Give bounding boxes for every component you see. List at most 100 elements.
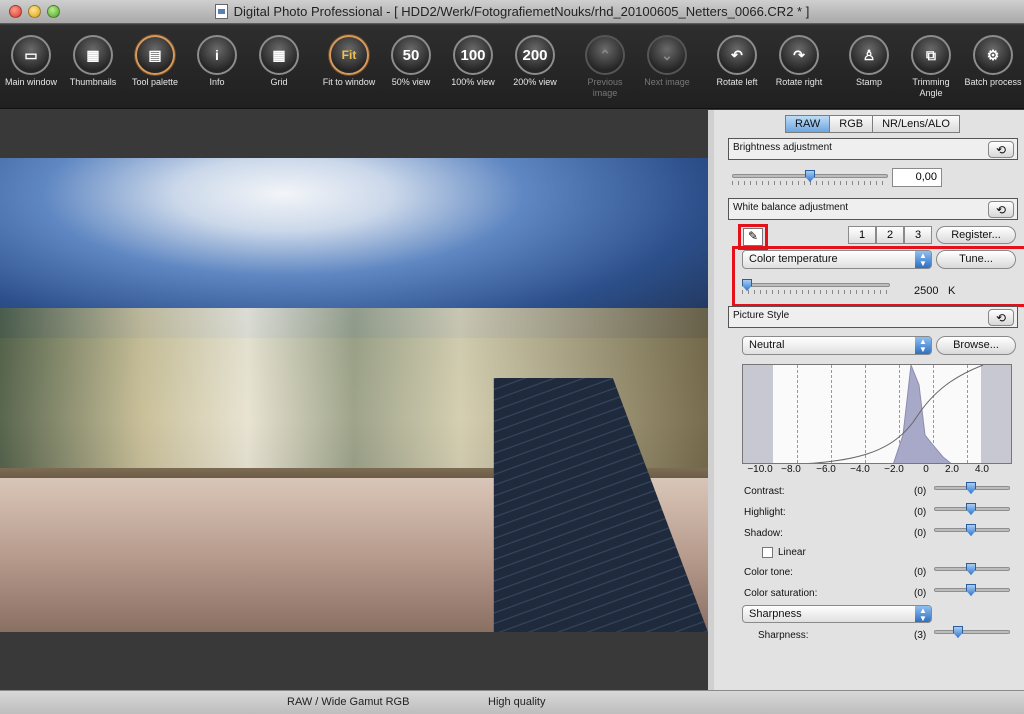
trimming-angle-label: Trimming Angle — [912, 77, 950, 98]
next-icon: ⌄ — [647, 35, 687, 75]
tool-palette-button[interactable]: ▤ Tool palette — [124, 35, 186, 88]
register-button[interactable]: Register... — [936, 226, 1016, 244]
tone-curve-histogram[interactable] — [742, 364, 1012, 464]
rotate-left-icon: ↶ — [717, 35, 757, 75]
tab-nr-lens-alo[interactable]: NR/Lens/ALO — [872, 115, 960, 133]
next-image-label: Next image — [644, 77, 690, 87]
info-icon: i — [197, 35, 237, 75]
batch-process-button[interactable]: ⚙ Batch process — [962, 35, 1024, 88]
main-window-label: Main window — [4, 77, 58, 87]
linear-checkbox[interactable] — [762, 547, 773, 558]
trimming-icon: ⧉ — [911, 35, 951, 75]
color-temperature-slider-ticks — [742, 290, 890, 294]
quality-status: High quality — [488, 696, 546, 708]
picture-style-heading: Picture Style — [733, 310, 790, 321]
picture-style-value: Neutral — [749, 339, 785, 351]
contrast-slider-knob[interactable] — [966, 482, 976, 494]
wb-mode-select[interactable]: Color temperature ▲ ▼ — [742, 250, 932, 269]
sharpness-value: (3) — [914, 630, 927, 641]
sharpness-mode-value: Sharpness — [749, 608, 802, 620]
stamp-button[interactable]: ♙ Stamp — [838, 35, 900, 88]
picture-style-select[interactable]: Neutral ▲ ▼ — [742, 336, 932, 355]
photo-preview[interactable] — [0, 158, 708, 632]
info-button[interactable]: i Info — [186, 35, 248, 88]
zoom-100-label: 100% view — [451, 77, 495, 87]
color-tone-label: Color tone: — [744, 567, 793, 578]
browse-button[interactable]: Browse... — [936, 336, 1016, 355]
rotate-left-button[interactable]: ↶ Rotate left — [706, 35, 768, 88]
highlight-slider-knob[interactable] — [966, 503, 976, 515]
axis-tick: −2.0 — [884, 464, 904, 475]
toolbar: ▭ Main window ▦ Thumbnails ▤ Tool palett… — [0, 25, 1024, 109]
zoom-50-button[interactable]: 50 50% view — [380, 35, 442, 88]
zoom-200-button[interactable]: 200 200% view — [504, 35, 566, 88]
color-temperature-slider-track[interactable] — [742, 283, 890, 287]
shadow-slider-knob[interactable] — [966, 524, 976, 536]
batch-icon: ⚙ — [973, 35, 1013, 75]
color-tone-slider-knob[interactable] — [966, 563, 976, 575]
picture-style-reset-button[interactable]: ⟲ — [988, 309, 1014, 326]
tab-rgb[interactable]: RGB — [829, 115, 874, 133]
color-saturation-slider-knob[interactable] — [966, 584, 976, 596]
title-bar: Digital Photo Professional - [ HDD2/Werk… — [0, 0, 1024, 24]
thumbnails-icon: ▦ — [73, 35, 113, 75]
axis-tick: 0 — [923, 464, 929, 475]
color-tone-value: (0) — [914, 567, 927, 578]
next-image-button[interactable]: ⌄ Next image — [636, 35, 698, 88]
axis-tick: −10.0 — [747, 464, 773, 475]
highlight-label: Highlight: — [744, 507, 786, 518]
window-title: Digital Photo Professional - [ HDD2/Werk… — [233, 4, 810, 19]
previous-image-button[interactable]: ⌃ Previous image — [574, 35, 636, 99]
info-label: Info — [209, 77, 225, 87]
zoom-window-button[interactable] — [47, 5, 60, 18]
tab-raw[interactable]: RAW — [785, 115, 831, 133]
thumbnails-button[interactable]: ▦ Thumbnails — [62, 35, 124, 88]
sharpness-slider-knob[interactable] — [953, 626, 963, 638]
minimize-window-button[interactable] — [28, 5, 41, 18]
eyedropper-button[interactable]: ✎ — [743, 228, 763, 246]
zoom-50-icon: 50 — [391, 35, 431, 75]
select-arrows-icon: ▲ ▼ — [915, 251, 931, 268]
status-bar: RAW / Wide Gamut RGB High quality — [0, 690, 1024, 714]
previous-image-label: Previous image — [587, 77, 623, 98]
brightness-reset-button[interactable]: ⟲ — [988, 141, 1014, 158]
sharpness-slider[interactable] — [934, 630, 1010, 634]
white-balance-heading: White balance adjustment — [733, 202, 849, 213]
zoom-100-button[interactable]: 100 100% view — [442, 35, 504, 88]
trimming-angle-button[interactable]: ⧉ Trimming Angle — [900, 35, 962, 99]
grid-button[interactable]: ▦ Grid — [248, 35, 310, 88]
document-icon — [214, 4, 228, 19]
tool-palette-label: Tool palette — [131, 77, 179, 87]
image-viewer[interactable] — [0, 110, 708, 690]
main-window-button[interactable]: ▭ Main window — [0, 35, 62, 88]
close-window-button[interactable] — [9, 5, 22, 18]
shadow-value: (0) — [914, 528, 927, 539]
axis-tick: 4.0 — [975, 464, 989, 475]
stamp-icon: ♙ — [849, 35, 889, 75]
histogram-graph — [807, 365, 984, 463]
color-temperature-unit: K — [948, 285, 956, 297]
wb-preset-1-button[interactable]: 1 — [848, 226, 876, 244]
wb-mode-value: Color temperature — [749, 253, 838, 265]
zoom-50-label: 50% view — [391, 77, 431, 87]
white-balance-section-header: White balance adjustment ⟲ — [728, 198, 1018, 220]
brightness-value-field[interactable]: 0,00 — [892, 168, 942, 187]
eyedropper-icon: ✎ — [747, 229, 759, 243]
rotate-right-button[interactable]: ↷ Rotate right — [768, 35, 830, 88]
undo-icon: ⟲ — [995, 202, 1007, 217]
color-saturation-label: Color saturation: — [744, 588, 818, 599]
color-saturation-value: (0) — [914, 588, 927, 599]
white-balance-reset-button[interactable]: ⟲ — [988, 201, 1014, 218]
tune-button[interactable]: Tune... — [936, 250, 1016, 269]
brightness-section-header: Brightness adjustment ⟲ — [728, 138, 1018, 160]
wb-preset-3-button[interactable]: 3 — [904, 226, 932, 244]
axis-tick: −6.0 — [816, 464, 836, 475]
color-space-status: RAW / Wide Gamut RGB — [287, 696, 410, 708]
color-temperature-value: 2500 — [914, 285, 939, 297]
wb-preset-2-button[interactable]: 2 — [876, 226, 904, 244]
sharpness-mode-select[interactable]: Sharpness ▲ ▼ — [742, 605, 932, 623]
undo-icon: ⟲ — [995, 142, 1007, 157]
fit-to-window-label: Fit to window — [322, 77, 376, 87]
fit-to-window-button[interactable]: Fit Fit to window — [318, 35, 380, 88]
folder-icon: ▭ — [11, 35, 51, 75]
